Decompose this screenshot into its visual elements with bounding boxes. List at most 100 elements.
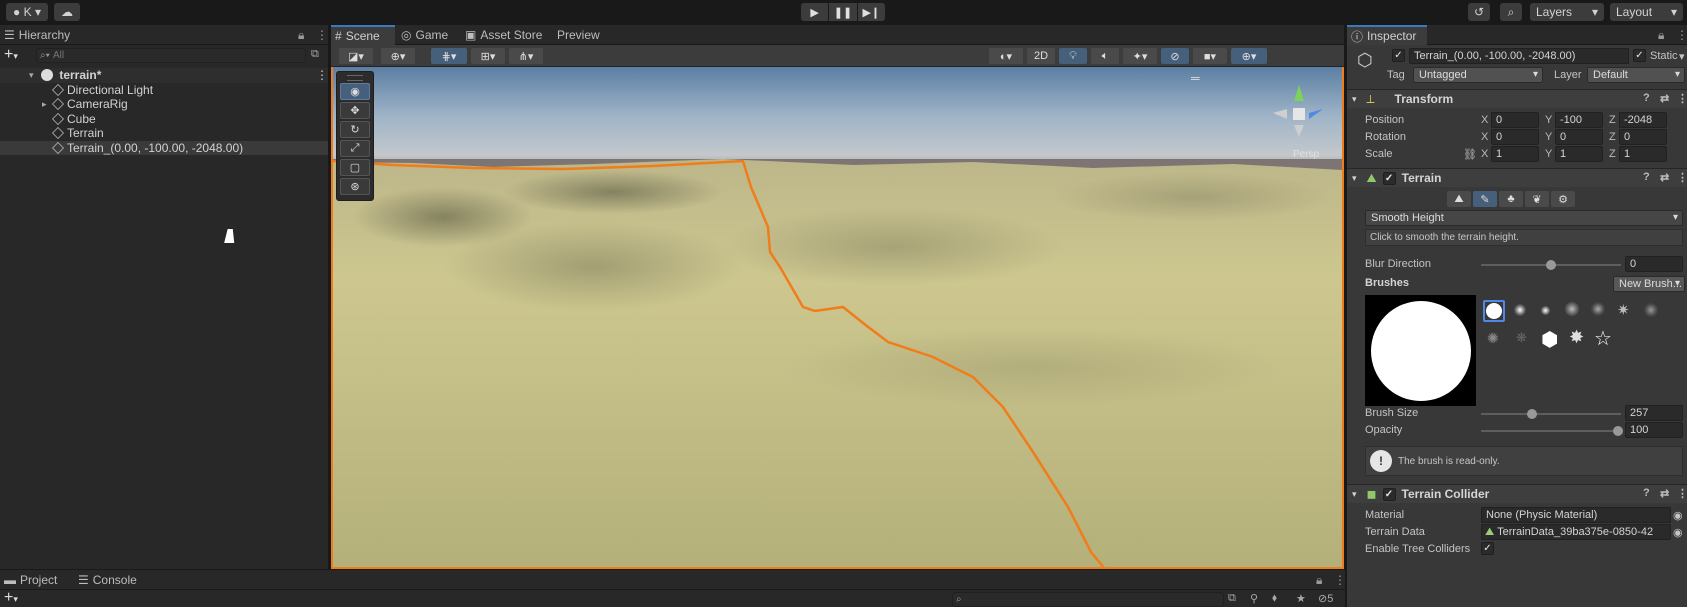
scale-z-field[interactable]: 1 [1619,146,1667,162]
tab-asset-store[interactable]: ▣ Asset Store [461,25,548,45]
transform-header[interactable]: ▾ ⟂ Transform ? ⇄ ⋮ [1347,89,1687,108]
brush-size-thumb[interactable] [1527,409,1537,419]
add-button[interactable]: +▾ [4,46,18,64]
rotation-y-field[interactable]: 0 [1555,129,1603,145]
tag-icon[interactable]: ⬧ [1272,592,1277,605]
camera-dropdown[interactable]: ■▾ [1193,48,1227,64]
expand-arrow-icon[interactable]: ▾ [29,68,34,83]
presets-icon[interactable]: ⇄ [1660,487,1669,500]
tab-scene[interactable]: # Scene [331,25,395,45]
collider-enabled-checkbox[interactable]: ✓ [1382,487,1396,501]
terrain-collider-header[interactable]: ▾ ◼ ✓ Terrain Collider ? ⇄ ⋮ [1347,484,1687,503]
hierarchy-search-input[interactable]: ⌕▾ All [36,48,306,63]
brush-item[interactable]: ✺ [1487,330,1499,347]
hierarchy-item[interactable]: Cube [0,112,328,127]
position-y-field[interactable]: -100 [1555,112,1603,128]
persp-label[interactable]: Persp [1293,149,1319,160]
opacity-field[interactable]: 100 [1625,422,1683,438]
account-dropdown[interactable]: ● K ▾ [6,3,48,21]
grid-plane-dropdown[interactable]: ⋔▾ [509,48,543,64]
presets-icon[interactable]: ⇄ [1660,92,1669,105]
effects-dropdown[interactable]: ✦▾ [1123,48,1157,64]
view-options-icon[interactable]: ═ [1191,71,1200,85]
search-by-type-icon[interactable]: ⧉ [1228,592,1236,605]
brush-item-selected[interactable] [1483,300,1505,322]
blur-direction-field[interactable]: 0 [1625,256,1683,272]
render-mode-dropdown[interactable]: ⊕▾ [381,48,415,64]
scale-tool-button[interactable]: ⤢ [340,140,370,157]
view-tool-button[interactable]: ◉ [340,83,370,100]
brush-item[interactable]: ❋ [1516,330,1527,346]
terrain-tool-dropdown[interactable]: Smooth Height [1365,210,1683,226]
foldout-arrow-icon[interactable]: ▾ [1352,173,1357,184]
hidden-packages-toggle[interactable]: ⊘5 [1318,592,1333,605]
play-button[interactable]: ▶ [801,3,829,21]
brush-size-slider[interactable] [1481,413,1621,415]
lock-icon[interactable]: 🔒︎ [298,28,304,43]
object-name-field[interactable]: Terrain_(0.00, -100.00, -2048.00) [1409,48,1629,64]
chevron-down-icon[interactable]: ▾ [1679,50,1685,63]
paint-terrain-tool[interactable]: ✎ [1473,191,1497,207]
audio-toggle[interactable]: 🔈︎ [1091,48,1119,64]
more-options-icon[interactable]: ⋮ [1676,28,1687,42]
help-icon[interactable]: ? [1643,487,1650,499]
rotate-tool-button[interactable]: ↻ [340,121,370,138]
object-picker-icon[interactable]: ◉ [1673,509,1683,522]
presets-icon[interactable]: ⇄ [1660,171,1669,184]
tab-hierarchy[interactable]: ☰ Hierarchy [0,25,76,45]
orientation-gizmo[interactable] [1265,79,1335,149]
brush-item[interactable] [1565,302,1579,316]
help-icon[interactable]: ? [1643,92,1650,104]
brush-item[interactable] [1514,304,1526,316]
snap-increment-dropdown[interactable]: ⊞▾ [471,48,505,64]
more-options-icon[interactable]: ⋮ [1677,171,1687,184]
object-picker-icon[interactable]: ◉ [1673,526,1683,539]
cloud-button[interactable]: ☁ [54,3,80,21]
scene-root-row[interactable]: ▾ terrain* ⋮ [0,68,328,83]
search-button[interactable]: ⌕ [1500,3,1522,21]
static-checkbox[interactable]: ✓ [1633,49,1646,62]
hierarchy-item[interactable]: Terrain [0,126,328,141]
expand-arrow-icon[interactable]: ▸ [42,97,47,112]
new-brush-button[interactable]: New Brush... [1613,276,1685,292]
more-options-icon[interactable]: ⋮ [316,68,328,83]
tag-dropdown[interactable]: Untagged [1413,67,1543,83]
draw-mode-dropdown[interactable]: ◪▾ [339,48,373,64]
active-checkbox[interactable]: ✓ [1392,49,1405,62]
more-options-icon[interactable]: ⋮ [1677,92,1687,105]
favorite-star-icon[interactable]: ★ [1296,592,1306,605]
tab-preview[interactable]: Preview [553,25,606,45]
position-x-field[interactable]: 0 [1491,112,1539,128]
add-button[interactable]: +▾ [4,589,18,607]
rect-tool-button[interactable]: ▢ [340,159,370,176]
tab-inspector[interactable]: ⓘ Inspector [1347,25,1427,45]
scale-y-field[interactable]: 1 [1555,146,1603,162]
layers-dropdown[interactable]: Layers ▾ [1530,3,1604,21]
terrain-settings-tool[interactable]: ⚙ [1551,191,1575,207]
tab-project[interactable]: ▬ Project [0,570,63,590]
transform-tool-button[interactable]: ⊛ [340,178,370,195]
material-field[interactable]: None (Physic Material) [1481,507,1671,523]
tab-console[interactable]: ☰ Console [74,570,143,590]
step-button[interactable]: ▶❙ [857,3,885,21]
paint-details-tool[interactable]: ❦ [1525,191,1549,207]
brush-item[interactable]: ✸ [1569,327,1584,348]
opacity-slider[interactable] [1481,430,1621,432]
enable-tree-colliders-checkbox[interactable]: ✓ [1481,542,1494,555]
lock-icon[interactable]: 🔒︎ [1316,573,1322,588]
shading-mode-dropdown[interactable]: ◐▾ [989,48,1023,64]
blur-direction-thumb[interactable] [1546,260,1556,270]
move-tool-button[interactable]: ✥ [340,102,370,119]
brush-item[interactable]: ✷ [1617,301,1630,319]
terrain-header[interactable]: ▾ ⛰︎ ✓ Terrain ? ⇄ ⋮ [1347,168,1687,187]
brush-size-field[interactable]: 257 [1625,405,1683,421]
more-options-icon[interactable]: ⋮ [1334,573,1346,587]
position-z-field[interactable]: -2048 [1619,112,1667,128]
opacity-thumb[interactable] [1613,426,1623,436]
brush-item[interactable]: ☆ [1594,326,1612,351]
rotation-z-field[interactable]: 0 [1619,129,1667,145]
raise-lower-tool[interactable]: ⛰︎ [1447,191,1471,207]
scene-viewport[interactable]: ◉ ✥ ↻ ⤢ ▢ ⊛ ═ Persp [331,67,1344,569]
lock-icon[interactable]: 🔒︎ [1658,28,1664,43]
constrain-proportions-icon[interactable]: ⛓︎ [1463,148,1477,161]
